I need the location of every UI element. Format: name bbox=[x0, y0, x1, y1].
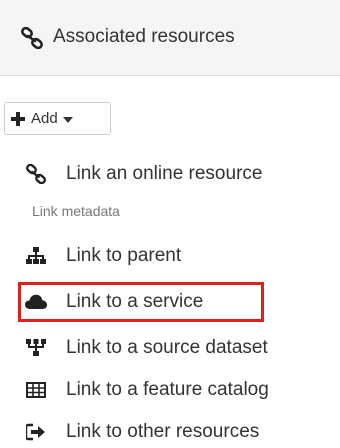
share-icon bbox=[24, 422, 48, 442]
plus-icon bbox=[11, 111, 25, 126]
menu-item-label: Link to other resources bbox=[66, 421, 260, 442]
menu-item-link-to-other-resources[interactable]: Link to other resources bbox=[18, 416, 259, 448]
menu-item-link-to-parent[interactable]: Link to parent bbox=[18, 240, 181, 272]
cloud-icon bbox=[24, 292, 48, 312]
menu-item-label: Link to a source dataset bbox=[66, 337, 268, 358]
menu-item-link-to-service[interactable]: Link to a service bbox=[18, 282, 264, 322]
panel-header: Associated resources bbox=[0, 0, 340, 76]
menu-item-label: Link an online resource bbox=[66, 163, 263, 184]
menu-item-label: Link to a feature catalog bbox=[66, 379, 269, 400]
add-button-label: Add bbox=[31, 110, 58, 127]
link-icon bbox=[24, 164, 48, 184]
table-icon bbox=[24, 380, 48, 400]
sitemap-icon bbox=[24, 246, 48, 266]
caret-down-icon bbox=[62, 116, 73, 123]
menu-item-link-online-resource[interactable]: Link an online resource bbox=[18, 158, 262, 190]
menu-item-link-to-feature-catalog[interactable]: Link to a feature catalog bbox=[18, 374, 269, 406]
link-icon bbox=[21, 27, 43, 49]
menu-item-label: Link to parent bbox=[66, 245, 182, 266]
add-dropdown-button[interactable]: Add bbox=[4, 102, 111, 135]
menu-item-label: Link to a service bbox=[66, 291, 204, 312]
menu-section-header: Link metadata bbox=[32, 203, 120, 219]
menu-item-link-to-source-dataset[interactable]: Link to a source dataset bbox=[18, 332, 268, 364]
source-tree-icon bbox=[24, 338, 48, 358]
panel-title: Associated resources bbox=[53, 26, 235, 47]
